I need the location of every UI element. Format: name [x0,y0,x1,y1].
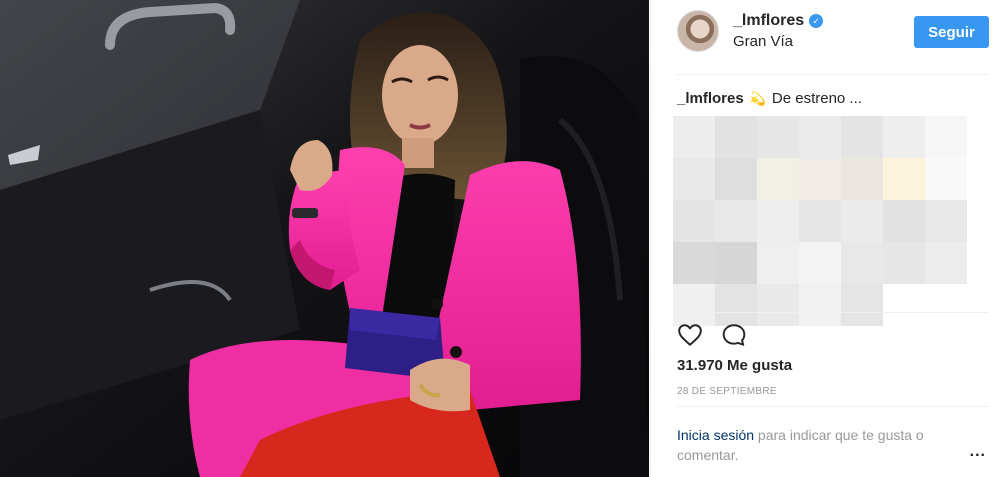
pixel-tile [799,242,841,284]
comment-icon[interactable] [721,322,747,348]
pixel-tile [799,200,841,242]
pixel-tile [925,116,967,158]
pixel-tile [883,284,925,326]
pixel-tile [883,158,925,200]
footer-divider [677,406,989,407]
pixel-tile [841,242,883,284]
pixel-tile [673,158,715,200]
pixel-tile [841,116,883,158]
pixel-tile [925,242,967,284]
header-divider [677,74,989,75]
pixel-tile [841,200,883,242]
follow-button[interactable]: Seguir [914,16,989,48]
pixel-tile [883,116,925,158]
username-label[interactable]: _lmflores [733,12,804,30]
location-link[interactable]: Gran Vía [733,33,793,50]
comments-divider [677,312,989,313]
pixel-tile [757,284,799,326]
login-prompt: Inicia sesión para indicar que te gusta … [677,425,967,465]
pixel-tile [715,284,757,326]
pixel-tile [673,200,715,242]
username[interactable]: _lmflores ✓ [733,12,824,30]
post-sidebar: _lmflores ✓ Gran Vía Seguir _lmflores 💫 … [650,0,1000,477]
pixel-tile [883,200,925,242]
caption-text: De estreno ... [771,90,862,107]
pixel-tile [715,158,757,200]
more-options-icon[interactable]: ... [970,443,986,461]
pixel-tile [841,158,883,200]
pixel-tile [757,158,799,200]
pixel-tile [925,200,967,242]
post-photo-illustration [0,0,649,477]
pixel-tile [925,284,967,326]
caption-username[interactable]: _lmflores [677,90,744,107]
caption: _lmflores 💫 De estreno ... [677,90,862,107]
pixel-tile [799,116,841,158]
login-link[interactable]: Inicia sesión [677,427,754,443]
pixel-tile [715,200,757,242]
dizzy-emoji-icon: 💫 [749,90,766,106]
pixel-tile [715,242,757,284]
pixel-tile [757,242,799,284]
pixel-tile [757,116,799,158]
pixel-tile [757,200,799,242]
pixel-tile [673,284,715,326]
action-bar [677,322,747,348]
pixel-tile [799,284,841,326]
likes-count[interactable]: 31.970 Me gusta [677,357,792,374]
verified-badge-icon: ✓ [809,14,824,28]
post-date[interactable]: 28 DE SEPTIEMBRE [677,386,777,397]
pixel-tile [715,116,757,158]
pixel-tile [673,242,715,284]
pixel-tile [925,158,967,200]
pixel-tile [799,158,841,200]
heart-icon[interactable] [677,322,703,348]
pixel-tile [841,284,883,326]
pixel-tile [883,242,925,284]
post-photo[interactable] [0,0,649,477]
avatar[interactable] [677,10,719,52]
pixel-tile [673,116,715,158]
post-header: _lmflores ✓ Gran Vía Seguir [677,10,989,62]
pixelated-comments-area [673,116,973,326]
